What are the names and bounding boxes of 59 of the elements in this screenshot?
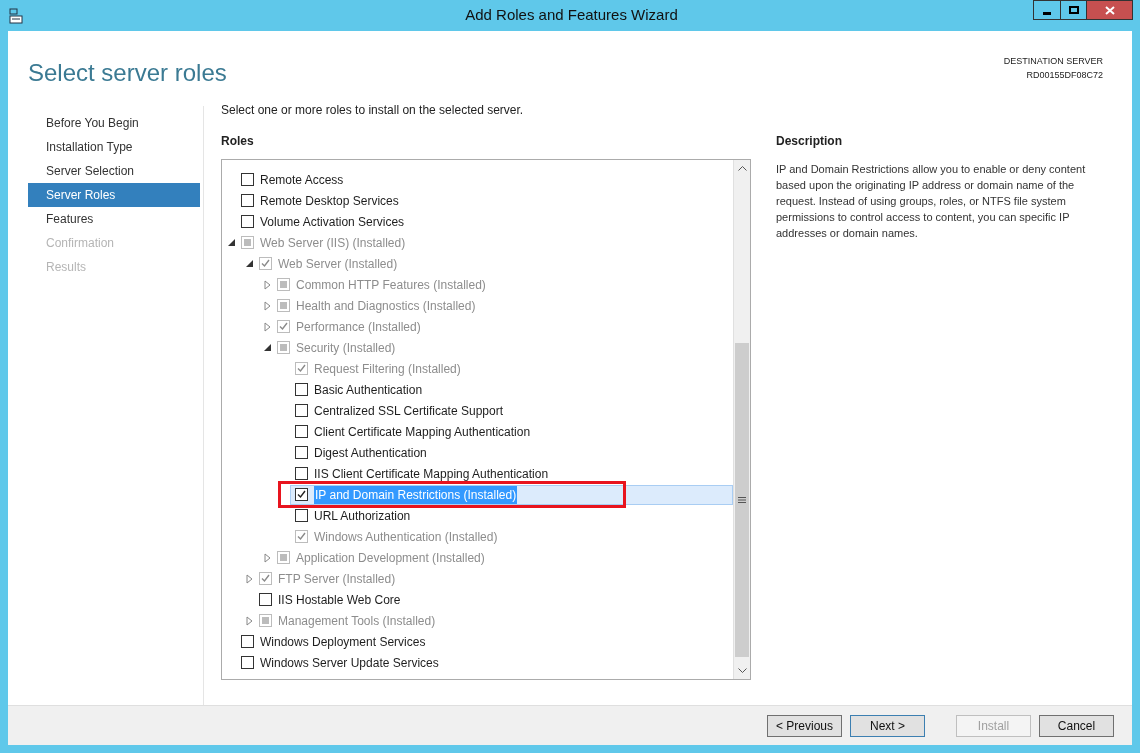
- page-title: Select server roles: [28, 58, 227, 88]
- tree-row[interactable]: Remote Desktop Services: [236, 190, 733, 211]
- role-label: Digest Authentication: [314, 444, 427, 462]
- wizard-step[interactable]: Installation Type: [28, 135, 200, 159]
- role-label: IP and Domain Restrictions (Installed): [314, 485, 518, 504]
- role-label: Remote Desktop Services: [260, 192, 399, 210]
- wizard-button[interactable]: Cancel: [1039, 714, 1114, 737]
- destination-label: DESTINATION SERVER: [1003, 55, 1103, 68]
- role-label: Application Development (Installed): [296, 549, 485, 567]
- description-heading: Description: [776, 133, 843, 150]
- role-label: Management Tools (Installed): [278, 612, 436, 630]
- destination-server: RD00155DF08C72: [1026, 68, 1103, 82]
- role-label: Windows Authentication (Installed): [314, 528, 498, 546]
- wizard-button[interactable]: Next >: [850, 714, 925, 737]
- wizard-step[interactable]: Server Selection: [28, 159, 200, 183]
- close-icon: [1104, 5, 1115, 15]
- tree-row[interactable]: Windows Server Update Services: [236, 652, 733, 673]
- role-label: Web Server (IIS) (Installed): [260, 234, 406, 252]
- role-label: IIS Hostable Web Core: [278, 591, 401, 609]
- role-label: Security (Installed): [296, 339, 396, 357]
- checkbox[interactable]: [241, 194, 254, 207]
- tree-row[interactable]: Windows Deployment Services: [236, 631, 733, 652]
- role-label: Performance (Installed): [296, 318, 421, 336]
- role-label: Basic Authentication: [314, 381, 423, 399]
- wizard-button[interactable]: < Previous: [767, 714, 842, 737]
- window-title: Add Roles and Features Wizard: [465, 5, 678, 26]
- role-label: Health and Diagnostics (Installed): [296, 297, 476, 315]
- role-label: Common HTTP Features (Installed): [296, 276, 486, 294]
- checkbox[interactable]: [241, 656, 254, 669]
- role-label: Windows Server Update Services: [260, 654, 439, 672]
- wizard-step[interactable]: Features: [28, 207, 200, 231]
- role-label: Windows Deployment Services: [260, 633, 426, 651]
- wizard-step[interactable]: Before You Begin: [28, 111, 200, 135]
- scroll-down-icon[interactable]: [737, 668, 747, 673]
- role-label: IIS Client Certificate Mapping Authentication: [314, 465, 549, 483]
- close-button[interactable]: [1087, 0, 1133, 20]
- role-label: Centralized SSL Certificate Support: [314, 402, 503, 420]
- scrollbar[interactable]: [733, 160, 750, 679]
- tree-row[interactable]: Volume Activation Services: [236, 211, 733, 232]
- grip-icon: [738, 497, 746, 503]
- description-text: IP and Domain Restrictions allow you to enable or deny content based upon the originating IP address or domain name of the request. Instead of using groups, roles, or NTFS file system permissions to control access to content, you can specific IP addresses or domain names.: [776, 162, 1087, 241]
- role-label: Client Certificate Mapping Authentication: [314, 423, 531, 441]
- role-label: URL Authorization: [314, 507, 411, 525]
- minimize-button[interactable]: [1033, 0, 1060, 20]
- role-label: Remote Access: [260, 171, 344, 189]
- scroll-up-icon[interactable]: [737, 166, 747, 171]
- scroll-thumb[interactable]: [735, 343, 749, 657]
- role-label: Request Filtering (Installed): [314, 360, 461, 378]
- role-label: Volume Activation Services: [260, 213, 405, 231]
- checkbox[interactable]: [241, 635, 254, 648]
- checkbox[interactable]: [241, 173, 254, 186]
- instruction-text: Select one or more roles to install on the selected server.: [221, 102, 525, 119]
- wizard-step[interactable]: Server Roles: [28, 183, 200, 207]
- role-label: Web Server (Installed): [278, 255, 398, 273]
- role-label: FTP Server (Installed): [278, 570, 396, 588]
- checkbox[interactable]: [241, 215, 254, 228]
- roles-heading: Roles: [221, 133, 255, 150]
- server-wizard-icon: [8, 7, 24, 24]
- tree-row[interactable]: Remote Access: [236, 169, 733, 190]
